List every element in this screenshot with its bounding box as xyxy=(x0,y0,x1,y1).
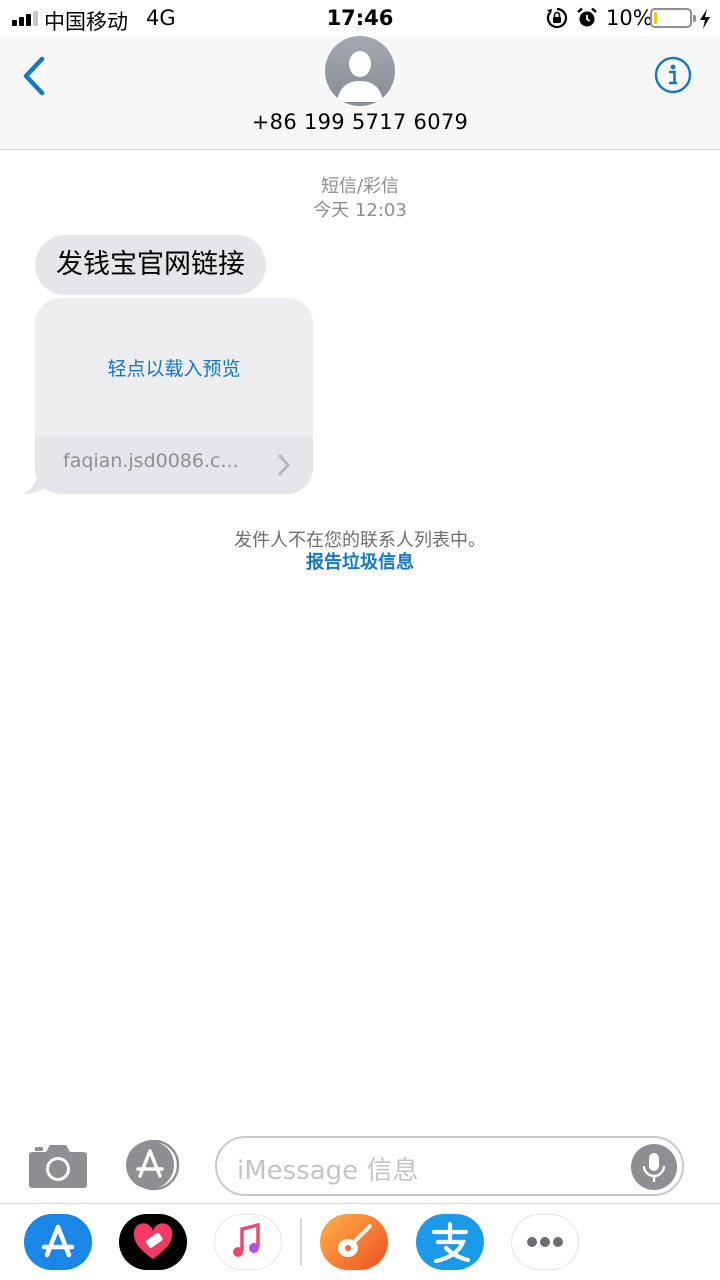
drawer-garageband[interactable] xyxy=(320,1214,388,1270)
imessage-app-drawer xyxy=(0,1203,720,1280)
drawer-more[interactable] xyxy=(511,1214,579,1270)
info-icon[interactable] xyxy=(654,56,692,94)
link-preview-card[interactable]: 轻点以载入预览 faqian.jsd0086.c... xyxy=(35,298,313,494)
music-note-icon xyxy=(233,1222,260,1257)
message-input[interactable]: iMessage 信息 xyxy=(215,1136,684,1196)
drawer-alipay[interactable] xyxy=(416,1214,484,1270)
status-bar: 中国移动 4G 17:46 10% xyxy=(0,0,720,36)
contact-number[interactable]: +86 199 5717 6079 xyxy=(0,110,720,134)
preview-url-bar[interactable]: faqian.jsd0086.c... xyxy=(35,436,313,494)
conversation-header: +86 199 5717 6079 xyxy=(0,36,720,150)
message-timestamp: 今天 12:03 xyxy=(313,200,407,221)
report-junk-link[interactable]: 报告垃圾信息 xyxy=(0,548,720,574)
message-type-label: 短信/彩信 xyxy=(320,176,400,197)
incoming-message-bubble[interactable]: 发钱宝官网链接 xyxy=(35,235,266,295)
drawer-music[interactable] xyxy=(214,1214,282,1270)
camera-icon[interactable] xyxy=(28,1140,88,1190)
alarm-icon xyxy=(577,7,597,27)
app-store-icon[interactable] xyxy=(121,1140,183,1190)
load-preview-link[interactable]: 轻点以载入预览 xyxy=(35,354,313,381)
battery-icon xyxy=(650,8,696,28)
message-placeholder: iMessage 信息 xyxy=(237,1156,419,1186)
alipay-icon xyxy=(431,1221,471,1264)
back-chevron-icon[interactable] xyxy=(20,56,48,96)
drawer-digital-touch[interactable] xyxy=(119,1214,187,1270)
charging-icon xyxy=(700,9,710,29)
preview-url: faqian.jsd0086.c... xyxy=(63,450,239,472)
person-silhouette-icon xyxy=(337,51,383,102)
microphone-icon xyxy=(642,1153,666,1182)
microphone-button[interactable] xyxy=(631,1144,677,1190)
preview-area[interactable]: 轻点以载入预览 xyxy=(35,298,313,436)
app-store-icon xyxy=(41,1224,75,1258)
contact-avatar[interactable] xyxy=(325,36,395,106)
battery-percent: 10% xyxy=(606,6,653,30)
heart-icon xyxy=(133,1223,173,1259)
rotation-lock-icon xyxy=(546,7,568,29)
guitar-icon xyxy=(338,1224,372,1257)
more-dots-icon xyxy=(527,1237,563,1247)
chevron-right-icon xyxy=(278,454,290,476)
drawer-app-store[interactable] xyxy=(24,1214,92,1270)
drawer-divider xyxy=(300,1218,302,1266)
